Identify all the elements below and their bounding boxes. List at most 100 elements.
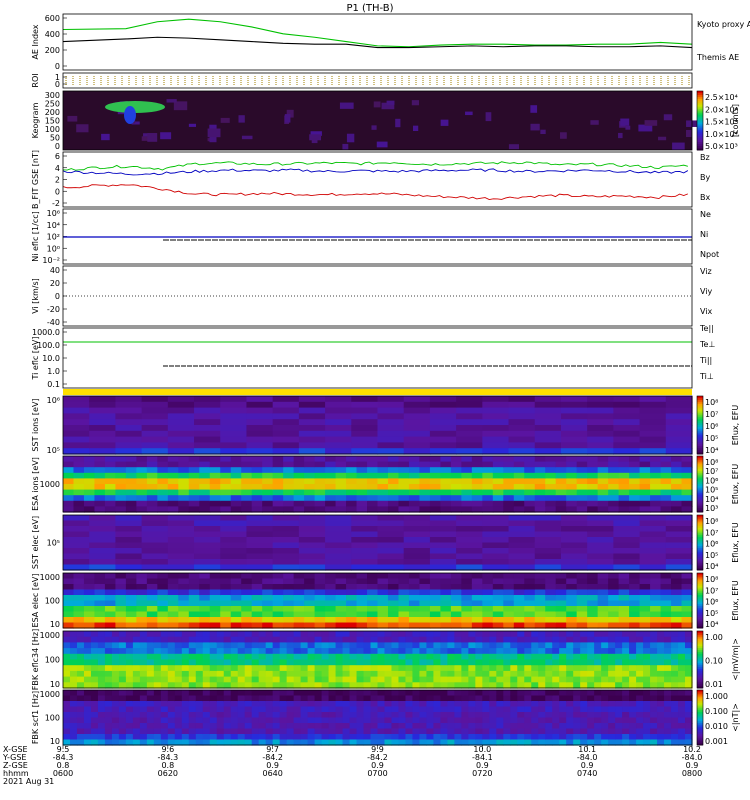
esa_e-cell [566,573,578,580]
fbk2-cell [559,712,567,719]
fbk2-cell [209,701,218,708]
esa_e-cell [136,606,148,613]
fbk1-cell [349,676,358,683]
fbk2-cell [650,690,658,697]
fbk1-cell [97,665,106,672]
fbk1-cell [363,653,372,661]
fbk2-cell [370,695,379,702]
bfit-panel: B_FIT GSE [nT] 6420-2BzByBx [31,150,710,209]
fbk2-cell [349,712,358,719]
fbk2-cell [384,706,393,713]
fbk1-cell [230,670,239,678]
fbk1-cell [622,665,630,672]
fbk2-cell [97,695,106,702]
fbk1-cell [426,653,435,661]
sst_e-cell [403,515,431,522]
fbk1-cell [125,653,134,661]
esa_e-cell [157,611,169,618]
esa_i-cell [555,489,567,496]
fbk2-cell [76,690,85,697]
esa_i-cell [671,478,683,485]
fbk2-cell [419,717,428,724]
esa_i-cell [73,484,85,491]
fbk2-cell [391,706,400,713]
sst_i-cell [167,430,195,438]
sst_i-cell [115,442,143,449]
esa_i-cell [450,467,462,474]
sst_e-cell [587,515,614,522]
colorbar-tick-label: 10⁸ [705,575,718,584]
fbk1-cell [342,631,351,638]
fbk1-cell [286,670,295,678]
fbk1-cell [181,653,190,661]
fbk1-cell [454,653,462,661]
fbk1-cell [97,653,106,661]
fbk2-cell [335,734,344,741]
fbk2-cell [671,701,679,708]
fbk1-cell [384,670,393,678]
sst_i-cell [613,430,641,438]
sst_i-cell [560,425,588,432]
esa_e-cell [115,595,127,602]
sst_e-cell [167,531,195,538]
fbk1-cell [664,659,672,666]
fbk2-cell [293,712,302,719]
fbk2-cell [398,734,407,741]
esa_i-cell [335,461,347,468]
esa_i-cell [346,489,358,496]
keogram-cell [241,135,253,140]
fbk1-cell [650,653,658,661]
fbk2-cell [440,712,448,719]
fbk1-cell [426,648,435,655]
esa_e-cell [94,611,106,618]
esa_e-cell [524,584,536,591]
esa_i-cell [73,489,85,496]
esa_i-cell [136,489,148,496]
fbk2-cell [139,706,148,713]
esa_e-cell [419,578,431,585]
keogram-aurora-core [124,106,136,124]
sst_i-cell [377,396,405,403]
esa_e-cell [650,584,662,591]
fbk2-cell [650,734,658,741]
ti-ytick-label: 0.1 [47,380,60,389]
fbk1-cell [531,665,539,672]
fbk2-cell [356,701,365,708]
sst_i-cell [665,401,693,409]
fbk2-cell [489,690,497,697]
fbk1-cell [636,642,644,649]
fbk2-cell [503,717,511,724]
fbk1-cell [230,648,239,655]
esa_i-cell [283,484,295,491]
keogram-cell [166,99,177,103]
esa_i-cell [629,489,641,496]
esa_e-cell [377,573,389,580]
sst_e-cell [639,520,667,527]
esa_i-cell [146,489,158,496]
esa_e-cell [157,584,169,591]
sst_i-cell [508,413,536,420]
esa_i-cell [576,484,588,491]
esa_e-cell [104,573,117,580]
esa_e-cell [492,589,504,596]
xaxis-row-label: 2021 Aug 31 [3,777,54,786]
esa_i-cell [304,484,316,491]
fbk2-cell [258,701,267,708]
fbk2-cell [650,695,658,702]
esa_e-cell [167,617,179,624]
esa_i-cell [503,467,515,474]
esa_e-cell [408,600,421,607]
fbk1-cell [538,631,546,638]
sst_i-cell [508,401,536,409]
esa_i-cell [283,495,295,502]
fbk1-cell [496,636,504,643]
esa_i-cell [671,484,683,491]
fbk1-cell [63,642,71,649]
esa_i-cell [492,472,504,479]
esa_e-cell [272,589,284,596]
esa_e-cell [367,617,379,624]
fbk2-cell [643,706,651,713]
fbk1-cell [580,648,588,655]
esa_i-cell [408,467,421,474]
esa_i-cell [178,500,190,507]
